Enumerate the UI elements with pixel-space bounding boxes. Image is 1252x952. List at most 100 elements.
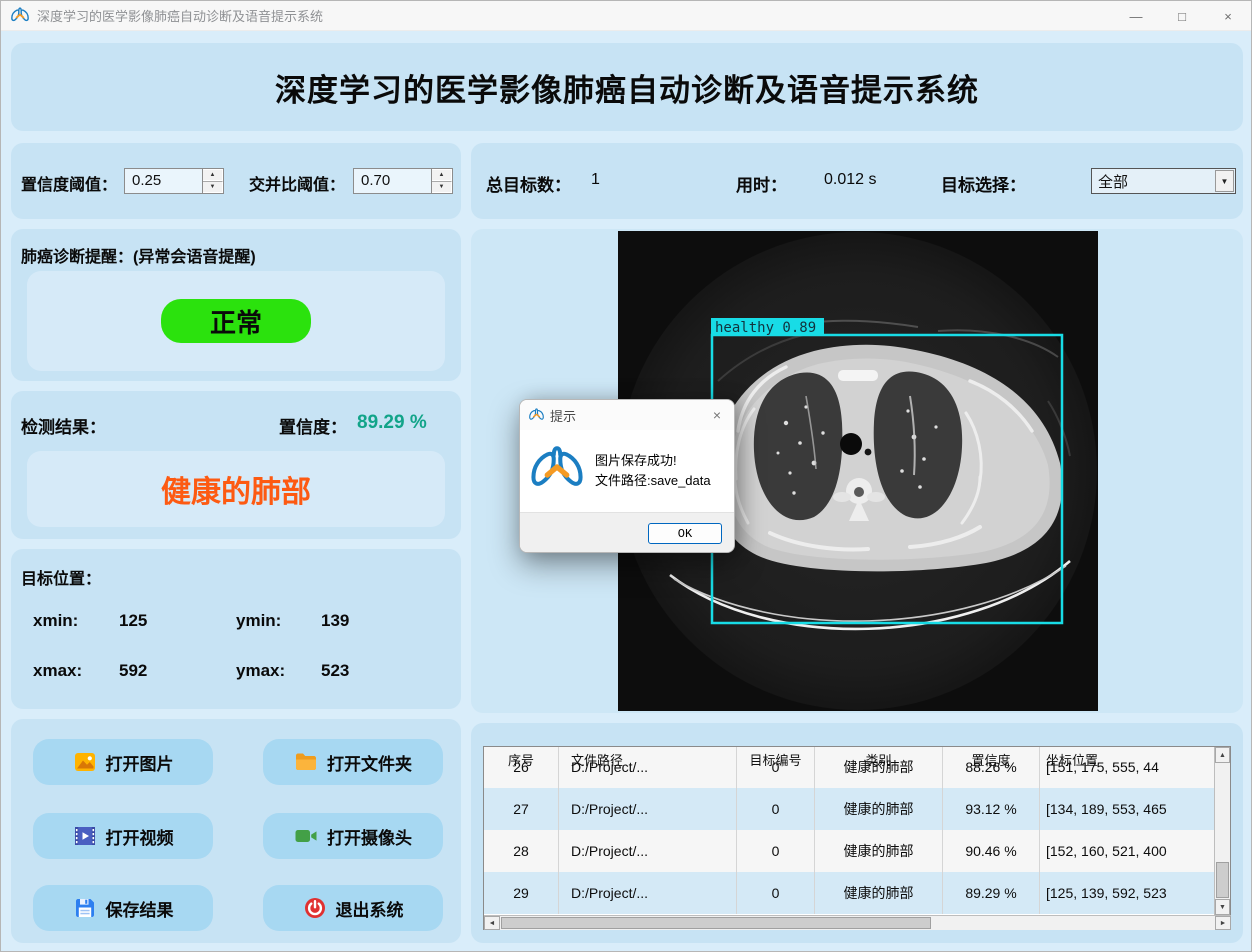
thresholds-panel: 置信度阈值： 0.25 ▲ ▼ 交并比阈值： 0.70 ▲ ▼ [11,143,461,219]
vertical-scrollbar[interactable]: ▲ ▼ [1214,747,1230,915]
cell-filepath: D:/Project/... [559,788,737,830]
table-row[interactable]: 26 D:/Project/... 0 健康的肺部 88.26 % [151, … [484,747,1215,788]
results-table-panel: 序号 文件路径 目标编号 类别 置信度 坐标位置 26 D:/Project/.… [471,723,1243,943]
detection-bbox-label: healthy 0.89 [715,320,816,336]
cell-coords: [125, 139, 592, 523 [1040,872,1215,914]
diagnosis-title: 肺癌诊断提醒：(异常会语音提醒) [21,243,256,267]
window-titlebar: 深度学习的医学影像肺癌自动诊断及语音提示系统 — □ × [1,1,1251,31]
dialog-body: 图片保存成功! 文件路径:save_data [520,430,734,512]
table-row[interactable]: 27 D:/Project/... 0 健康的肺部 93.12 % [134, … [484,788,1215,830]
confidence-spin-down-icon[interactable]: ▼ [203,181,223,193]
ymin-value: 139 [321,611,349,631]
maximize-icon[interactable]: □ [1159,1,1205,31]
dialog-message-line1: 图片保存成功! [595,451,711,471]
open-image-label: 打开图片 [106,750,174,775]
result-value-box: 健康的肺部 [27,451,445,527]
confidence-threshold-spinbox[interactable]: 0.25 ▲ ▼ [124,168,224,194]
vertical-scroll-thumb[interactable] [1216,862,1229,898]
chevron-down-icon[interactable]: ▼ [1215,170,1234,192]
open-folder-button[interactable]: 打开文件夹 [263,739,443,785]
ok-button[interactable]: OK [648,523,722,544]
page-title: 深度学习的医学影像肺癌自动诊断及语音提示系统 [275,65,979,110]
total-targets-value: 1 [591,171,600,189]
target-select-value: 全部 [1092,171,1215,192]
cell-target-id: 0 [737,872,815,914]
time-used-label: 用时： [736,171,787,196]
total-targets-label: 总目标数： [486,171,571,196]
app-lung-logo-icon [11,7,29,25]
confidence-spin-up-icon[interactable]: ▲ [203,169,223,181]
cell-target-id: 0 [737,747,815,788]
open-video-button[interactable]: 打开视频 [33,813,213,859]
dialog-message: 图片保存成功! 文件路径:save_data [595,451,711,491]
scroll-left-icon[interactable]: ◄ [484,916,500,930]
horizontal-scrollbar[interactable]: ◄ ► [484,915,1231,930]
cell-category: 健康的肺部 [815,788,943,830]
close-icon[interactable]: × [1205,1,1251,31]
cell-confidence: 88.26 % [943,747,1040,788]
dialog-close-icon[interactable]: × [700,400,734,430]
time-used-value: 0.012 s [824,171,876,189]
dialog-titlebar: 提示 × [520,400,734,430]
cell-filepath: D:/Project/... [559,747,737,788]
cell-target-id: 0 [737,830,815,872]
cell-filepath: D:/Project/... [559,830,737,872]
message-dialog: 提示 × 图片保存成功! 文件路径:save_data OK [519,399,735,553]
ymax-value: 523 [321,661,349,681]
xmin-label: xmin: [33,611,78,631]
video-file-icon [73,824,97,848]
table-row[interactable]: 28 D:/Project/... 0 健康的肺部 90.46 % [152, … [484,830,1215,872]
dialog-lung-logo-icon [529,408,544,423]
table-row[interactable]: 29 D:/Project/... 0 健康的肺部 89.29 % [125, … [484,872,1215,914]
save-results-button[interactable]: 保存结果 [33,885,213,931]
open-image-button[interactable]: 打开图片 [33,739,213,785]
position-panel: 目标位置： xmin: 125 ymin: 139 xmax: 592 ymax… [11,549,461,709]
scroll-up-icon[interactable]: ▲ [1215,747,1230,763]
xmin-value: 125 [119,611,147,631]
cell-category: 健康的肺部 [815,747,943,788]
result-panel: 检测结果： 置信度： 89.29 % 健康的肺部 [11,391,461,539]
iou-threshold-spinbox[interactable]: 0.70 ▲ ▼ [353,168,453,194]
confidence-threshold-value[interactable]: 0.25 [125,169,202,193]
position-title: 目标位置： [21,565,101,589]
exit-system-button[interactable]: 退出系统 [263,885,443,931]
iou-threshold-value[interactable]: 0.70 [354,169,431,193]
diagnosis-status-badge: 正常 [161,299,311,343]
target-select-dropdown[interactable]: 全部 ▼ [1091,168,1236,194]
horizontal-scroll-thumb[interactable] [501,917,931,929]
ymin-label: ymin: [236,611,281,631]
diagnosis-status-box: 正常 [27,271,445,371]
results-table: 序号 文件路径 目标编号 类别 置信度 坐标位置 26 D:/Project/.… [483,746,1231,930]
target-select-label: 目标选择： [941,171,1026,196]
save-floppy-icon [73,896,97,920]
power-icon [303,896,327,920]
cell-confidence: 89.29 % [943,872,1040,914]
cell-index: 29 [484,872,559,914]
scroll-right-icon[interactable]: ► [1215,916,1231,930]
header-banner: 深度学习的医学影像肺癌自动诊断及语音提示系统 [11,43,1243,131]
cell-target-id: 0 [737,788,815,830]
iou-spin-up-icon[interactable]: ▲ [432,169,452,181]
actions-panel: 打开图片 打开文件夹 打开视频 打开摄像头 保存结果 退出系统 [11,719,461,943]
open-camera-button[interactable]: 打开摄像头 [263,813,443,859]
folder-icon [294,750,318,774]
minimize-icon[interactable]: — [1113,1,1159,31]
xmax-value: 592 [119,661,147,681]
dialog-message-line2: 文件路径:save_data [595,471,711,491]
result-confidence-label: 置信度： [279,413,347,438]
open-folder-label: 打开文件夹 [327,750,412,775]
iou-spin-down-icon[interactable]: ▼ [432,181,452,193]
cell-filepath: D:/Project/... [559,872,737,914]
save-results-label: 保存结果 [106,896,174,921]
cell-category: 健康的肺部 [815,830,943,872]
stats-panel: 总目标数： 1 用时： 0.012 s 目标选择： 全部 ▼ [471,143,1243,219]
window-controls: — □ × [1113,1,1251,31]
scroll-down-icon[interactable]: ▼ [1215,899,1230,915]
cell-index: 26 [484,747,559,788]
open-video-label: 打开视频 [106,824,174,849]
window-title: 深度学习的医学影像肺癌自动诊断及语音提示系统 [37,6,323,25]
dialog-footer: OK [520,512,734,553]
iou-threshold-label: 交并比阈值： [249,171,345,195]
diagnosis-panel: 肺癌诊断提醒：(异常会语音提醒) 正常 [11,229,461,381]
lung-logo-icon [531,445,583,497]
